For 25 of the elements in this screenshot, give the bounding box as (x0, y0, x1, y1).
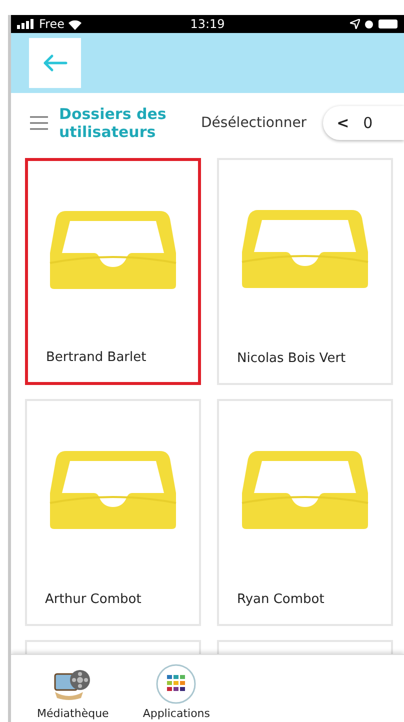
battery-icon (378, 19, 398, 29)
back-arrow-icon (42, 54, 68, 72)
folder-card[interactable]: Arthur Combot (25, 399, 201, 626)
signal-icon (17, 19, 35, 29)
folder-name: Ryan Combot (237, 592, 326, 607)
folder-card[interactable]: Nicolas Bois Vert (217, 158, 393, 385)
folder-name: Nicolas Bois Vert (237, 351, 347, 366)
deselect-button[interactable]: Désélectionner (201, 114, 307, 130)
nav-item[interactable]: Applications (142, 655, 210, 722)
folder-card[interactable]: Ryan Combot (217, 399, 393, 626)
previous-icon[interactable]: < (336, 114, 350, 132)
app-grid-icon (156, 664, 196, 704)
nav-item[interactable]: Médiathèque (37, 655, 109, 722)
clock-time: 13:19 (190, 17, 225, 31)
selection-count: 0 (363, 114, 373, 132)
location-icon (350, 19, 360, 29)
menu-icon[interactable] (29, 116, 49, 130)
wifi-icon (68, 18, 82, 30)
folder-name: Arthur Combot (45, 592, 142, 607)
folder-card[interactable]: Bertrand Barlet (25, 158, 201, 385)
pager-control[interactable]: < 0 (322, 106, 404, 140)
back-button[interactable] (29, 38, 81, 88)
folder-name: Bertrand Barlet (46, 350, 148, 365)
carrier-name: Free (39, 17, 64, 31)
folders-title: Dossiers des utilisateurs (59, 104, 168, 140)
